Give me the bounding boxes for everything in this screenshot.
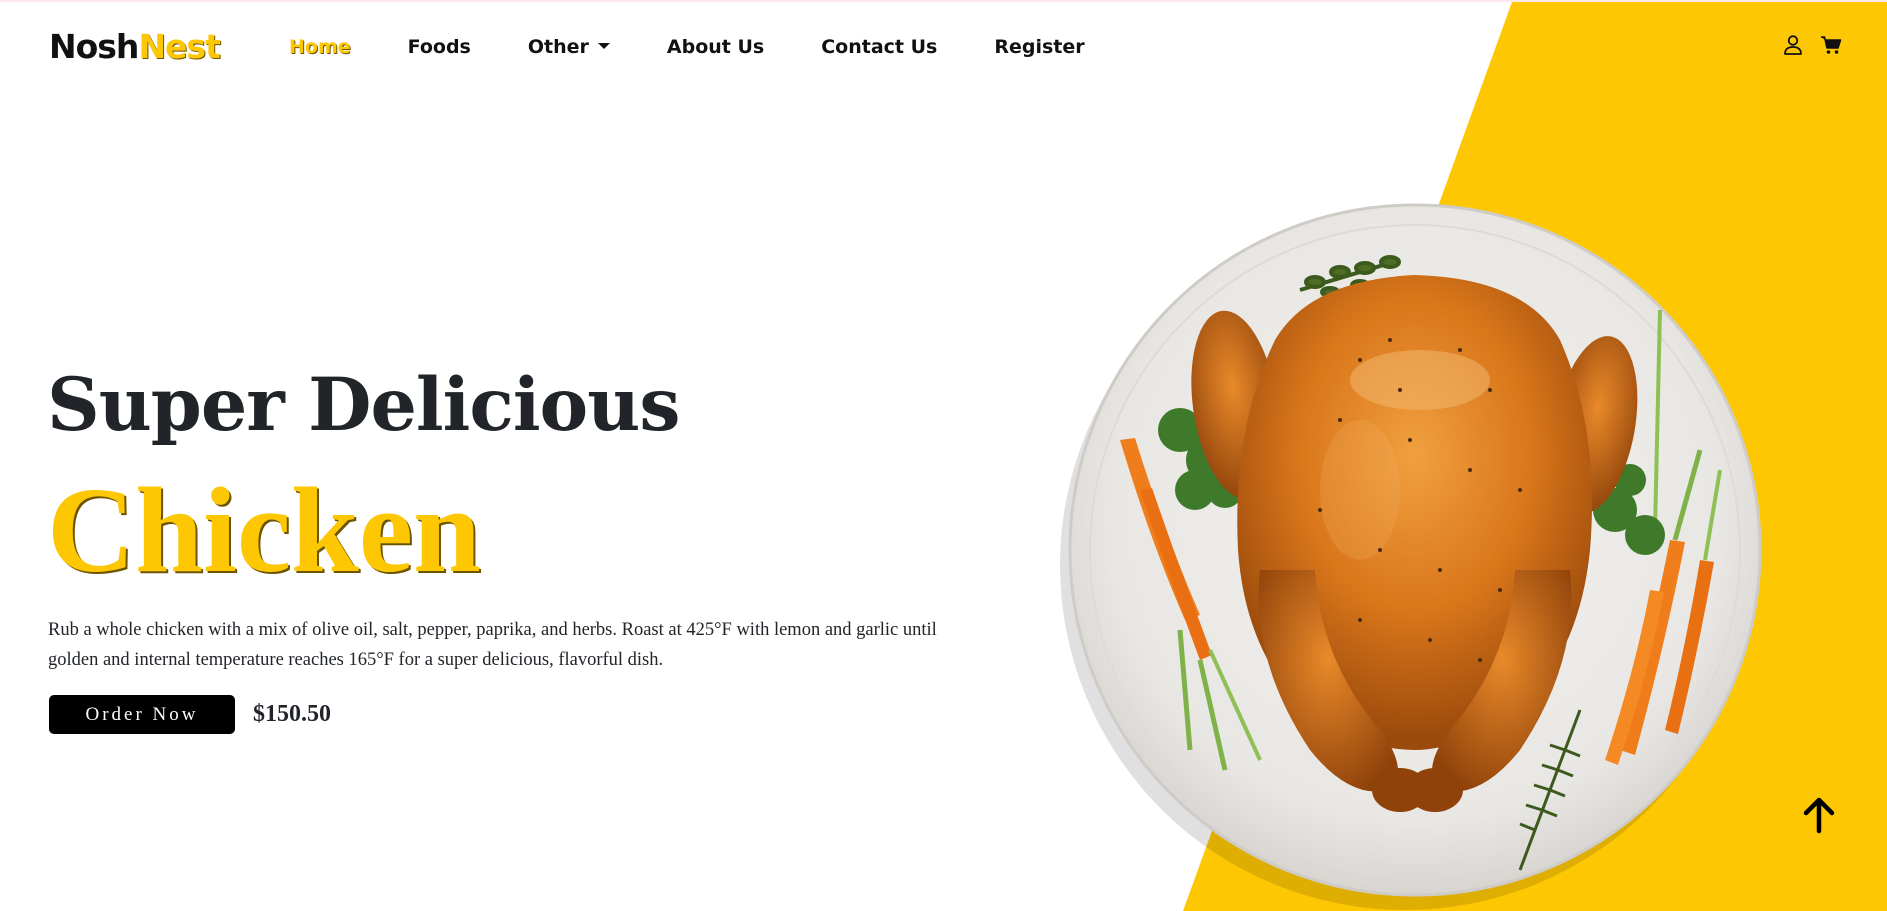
nav-links: Home Foods Other About Us Contact Us Reg… — [289, 33, 1142, 61]
hero-title: Super Delicious — [47, 362, 680, 448]
brand-logo[interactable]: NoshNest — [49, 25, 221, 69]
navbar: NoshNest Home Foods Other About Us Conta… — [0, 0, 1887, 94]
order-now-button[interactable]: Order Now — [49, 695, 235, 734]
nav-register[interactable]: Register — [994, 33, 1084, 61]
nav-other-label: Other — [527, 36, 589, 58]
nav-contact-us[interactable]: Contact Us — [821, 33, 937, 61]
brand-part-1: Nosh — [49, 27, 139, 66]
hero-description: Rub a whole chicken with a mix of olive … — [48, 620, 937, 670]
arrow-up-icon[interactable] — [1797, 793, 1841, 837]
roast-chicken-image — [1060, 203, 1762, 910]
caret-down-icon — [597, 42, 610, 49]
page: NoshNest Home Foods Other About Us Conta… — [0, 0, 1887, 911]
user-icon[interactable] — [1780, 32, 1806, 58]
nav-about-us[interactable]: About Us — [667, 33, 764, 61]
nav-other-dropdown[interactable]: Other — [528, 33, 610, 61]
hero-highlight: Chicken — [47, 463, 481, 598]
nav-foods[interactable]: Foods — [408, 33, 471, 61]
brand-part-2: Nest — [138, 27, 220, 66]
cart-icon[interactable] — [1818, 32, 1844, 58]
price: $150.50 — [253, 701, 331, 727]
nav-home[interactable]: Home — [289, 33, 351, 61]
